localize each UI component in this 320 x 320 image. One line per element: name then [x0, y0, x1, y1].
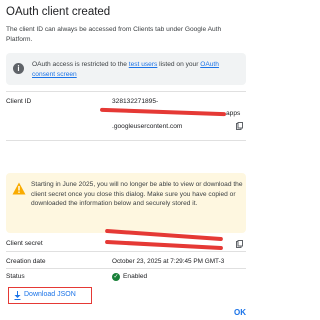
status-label: Status — [6, 273, 25, 280]
ok-button[interactable]: OK — [234, 308, 246, 317]
info-text-mid: listed on your — [157, 61, 201, 68]
warning-icon — [12, 182, 26, 195]
info-text-before: OAuth access is restricted to the — [32, 61, 129, 68]
download-json-button[interactable]: Download JSON — [8, 287, 92, 304]
creation-date-label: Creation date — [6, 258, 46, 265]
redaction-mark — [99, 107, 227, 117]
download-json-label: Download JSON — [24, 291, 76, 298]
divider — [6, 91, 246, 92]
divider — [6, 268, 246, 269]
client-id-value-start: 328132271895- — [112, 98, 159, 105]
dialog-subtitle: The client ID can always be accessed fro… — [6, 26, 222, 43]
test-users-link[interactable]: test users — [129, 61, 158, 68]
creation-date-value: October 23, 2025 at 7:29:45 PM GMT-3 — [112, 258, 225, 265]
divider — [6, 140, 246, 141]
client-secret-label: Client secret — [6, 240, 43, 247]
client-id-value-domain: .googleusercontent.com — [112, 123, 183, 130]
copy-icon[interactable] — [236, 240, 243, 248]
client-id-label: Client ID — [6, 98, 32, 105]
warning-text: Starting in June 2025, you will no longe… — [31, 181, 243, 208]
info-text: OAuth access is restricted to the test u… — [32, 60, 237, 80]
info-box: i OAuth access is restricted to the test… — [6, 53, 246, 85]
warning-box: Starting in June 2025, you will no longe… — [6, 173, 246, 233]
download-icon — [14, 291, 21, 300]
redaction-mark — [104, 239, 224, 251]
info-icon: i — [13, 63, 24, 74]
dialog-title: OAuth client created — [6, 6, 111, 18]
client-id-value-tail: apps — [226, 110, 241, 117]
check-circle-icon: ✓ — [112, 273, 120, 281]
copy-icon[interactable] — [236, 122, 243, 130]
status-value: Enabled — [123, 273, 148, 280]
divider — [6, 251, 246, 252]
